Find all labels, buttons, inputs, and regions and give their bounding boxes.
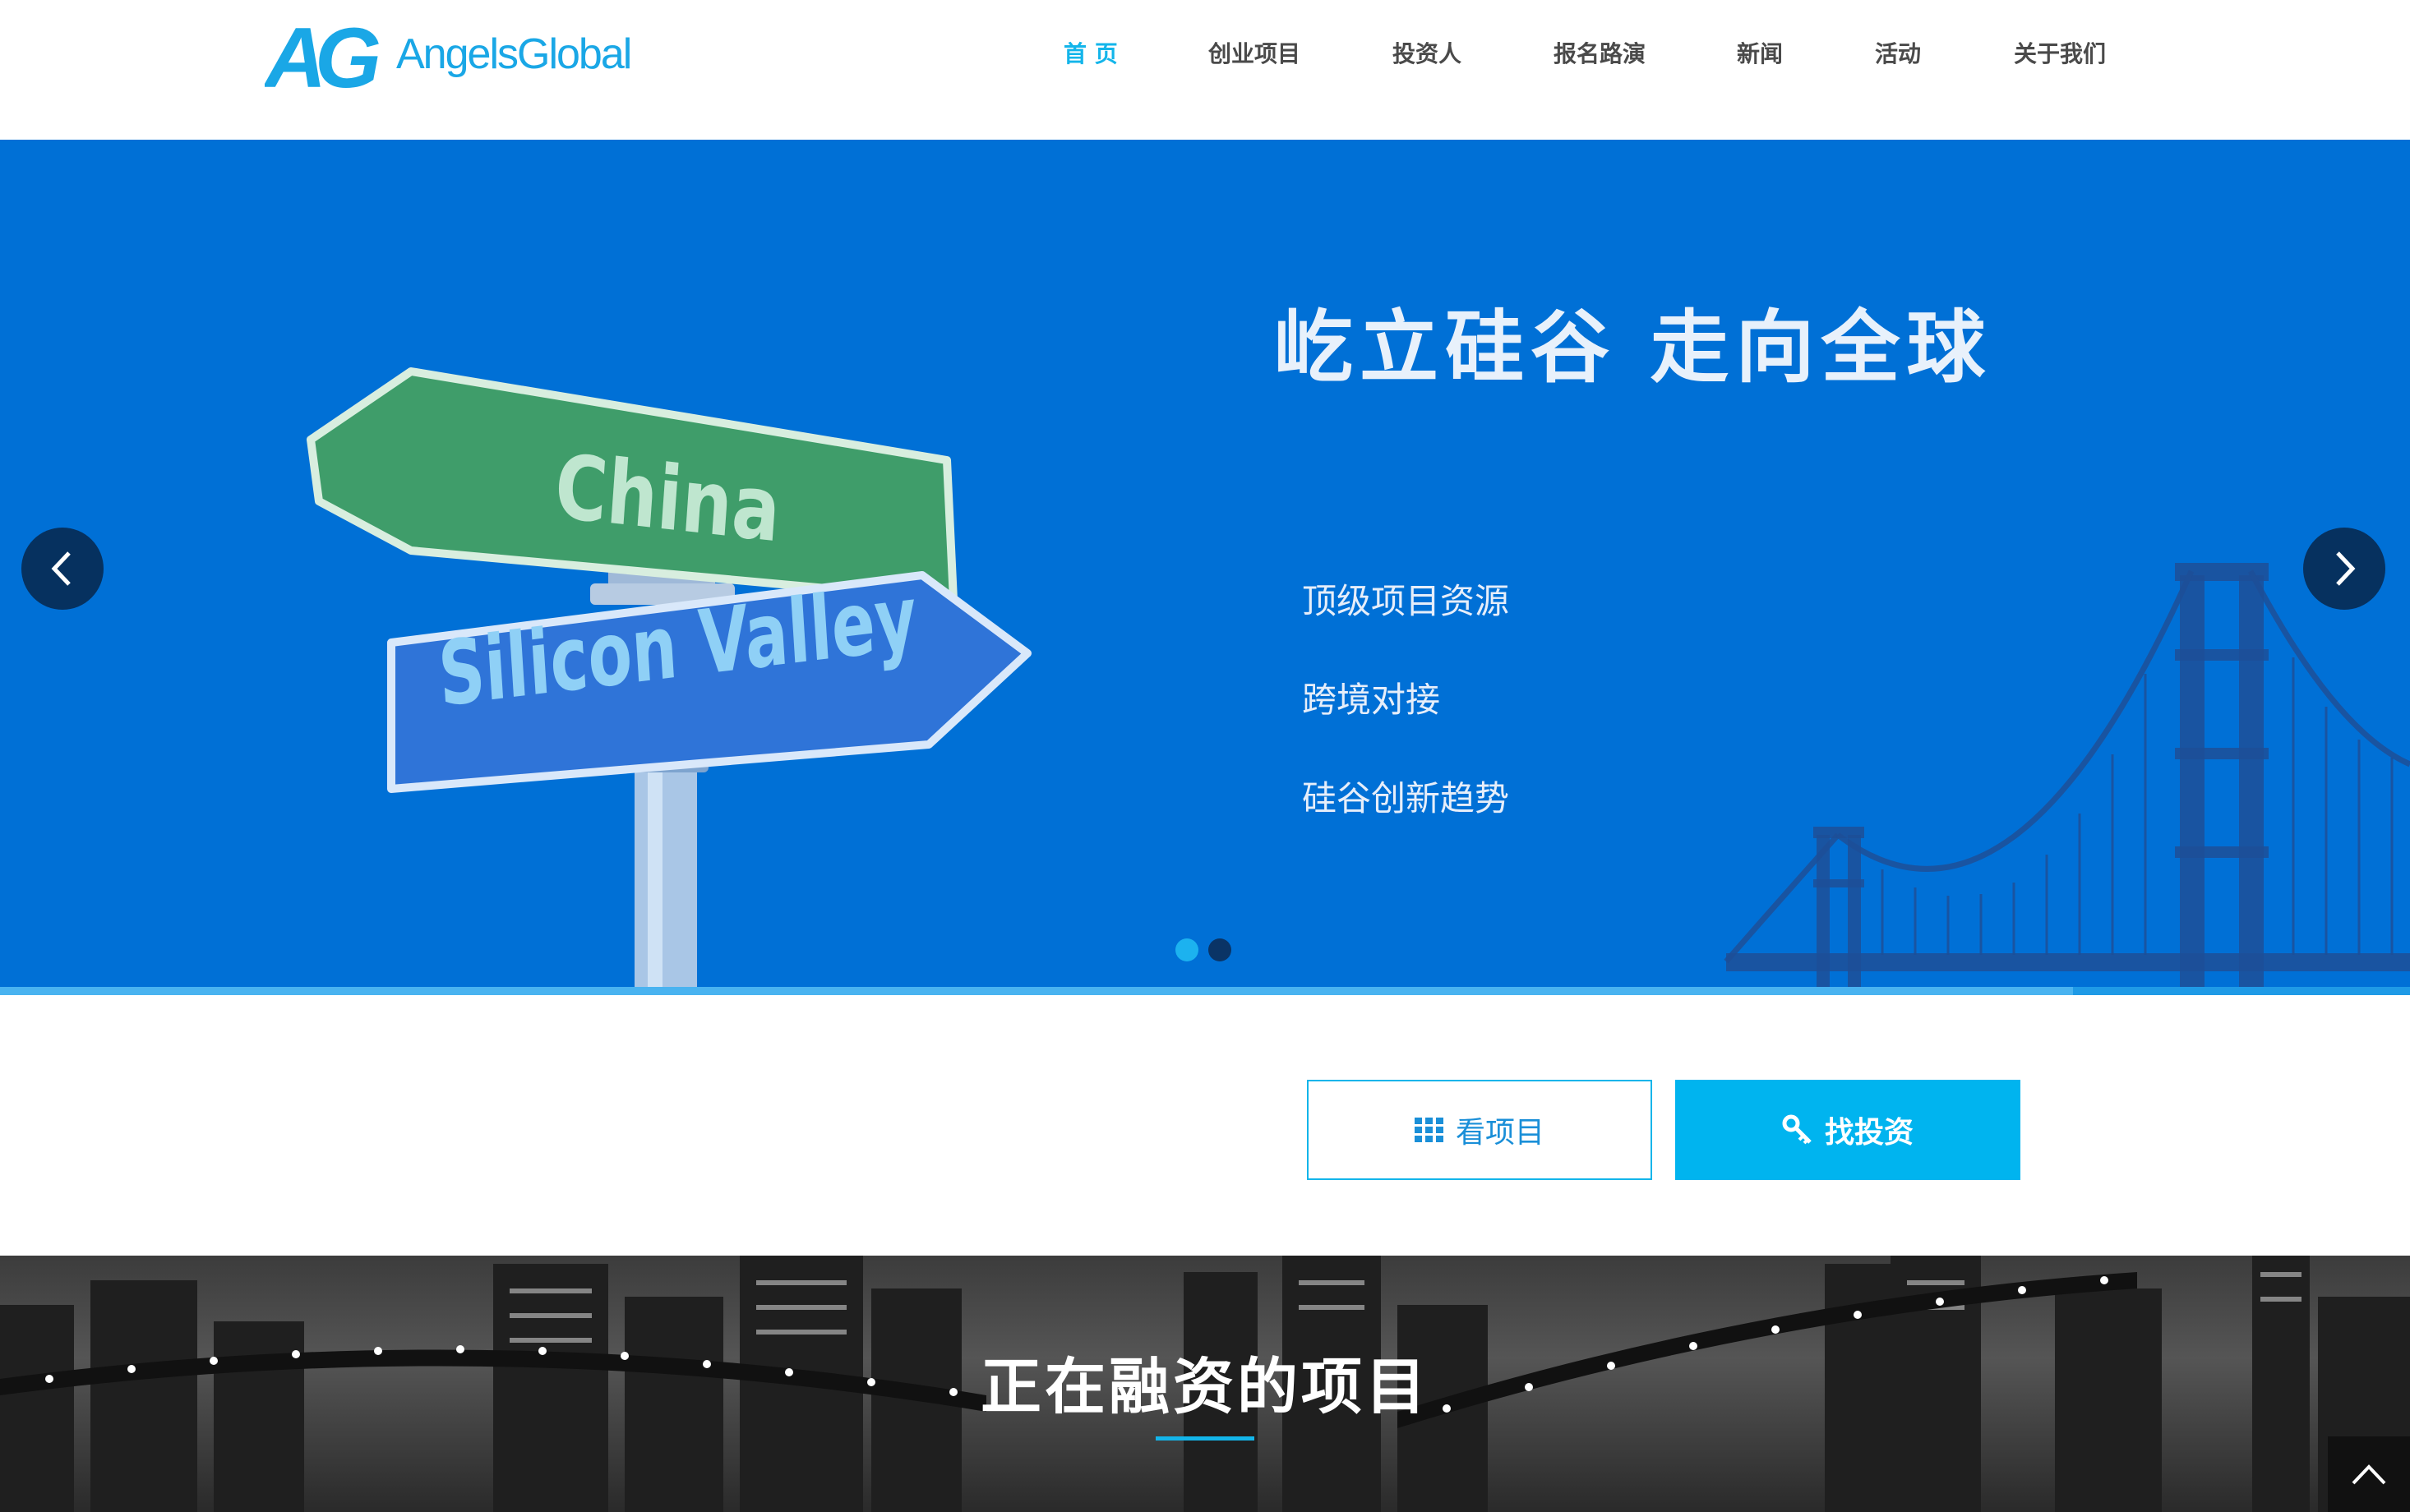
section-title-underline [1156, 1436, 1254, 1441]
hero-feature-cross-border: 跨境对接 [1302, 680, 1441, 720]
carousel-progress-fill [0, 987, 2073, 995]
nav-item-roadshow-signup[interactable]: 报名路演 [1554, 36, 1646, 69]
site-header: AG AngelsGlobal 首 页 创业项目 投资人 报名路演 新闻 活动 … [0, 0, 2410, 140]
hero-feature-innovation-trend: 硅谷创新趋势 [1302, 778, 1510, 818]
find-investment-label: 找投资 [1824, 1116, 1914, 1150]
nav-item-events[interactable]: 活动 [1875, 36, 1921, 69]
hero-title: 屹立硅谷 走向全球 [1274, 302, 1992, 394]
main-nav: 首 页 创业项目 投资人 报名路演 新闻 活动 关于我们 [0, 36, 2410, 72]
carousel-prev-button[interactable] [21, 528, 104, 610]
financing-projects-section: 正在融资的项目 [0, 1256, 2410, 1512]
back-to-top-button[interactable] [2328, 1436, 2410, 1512]
nav-item-investors[interactable]: 投资人 [1392, 36, 1461, 69]
hero-feature-top-projects: 顶级项目资源 [1302, 581, 1510, 621]
find-investment-button[interactable]: 找投资 [1675, 1080, 2020, 1180]
carousel-progress-track [0, 987, 2410, 995]
nav-item-about-us[interactable]: 关于我们 [2014, 36, 2106, 69]
chevron-right-icon [2336, 551, 2356, 586]
grid-icon [1414, 1118, 1444, 1142]
carousel-next-button[interactable] [2303, 528, 2385, 610]
chevron-left-icon [51, 551, 71, 586]
chevron-up-icon [2352, 1464, 2386, 1485]
key-icon [1782, 1114, 1813, 1146]
section-title: 正在融资的项目 [981, 1352, 1429, 1422]
view-projects-label: 看项目 [1455, 1116, 1544, 1150]
carousel-dot-1[interactable] [1175, 938, 1198, 961]
nav-item-startup-projects[interactable]: 创业项目 [1208, 36, 1300, 69]
carousel-dot-2[interactable] [1208, 938, 1231, 961]
hero-carousel: China Silicon Valley 屹立硅谷 走向全球 顶级项目资源 跨境… [0, 140, 2410, 995]
view-projects-button[interactable]: 看项目 [1307, 1080, 1652, 1180]
nav-item-news[interactable]: 新闻 [1737, 36, 1783, 69]
nav-item-home[interactable]: 首 页 [1064, 36, 1118, 69]
